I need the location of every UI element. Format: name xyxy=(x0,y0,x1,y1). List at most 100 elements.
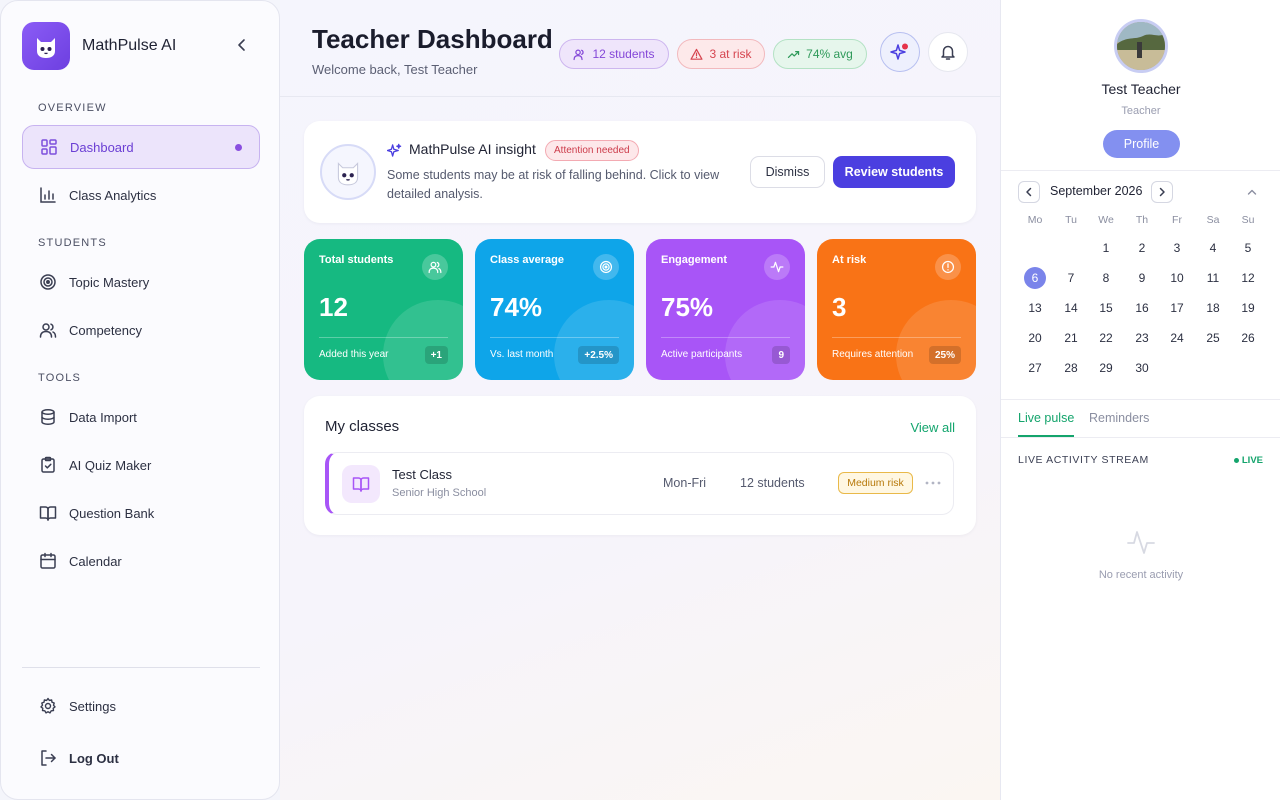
stream-title: LIVE ACTIVITY STREAM xyxy=(1018,454,1149,466)
calendar-day[interactable]: 16 xyxy=(1127,297,1157,319)
brand[interactable]: MathPulse AI xyxy=(22,22,176,70)
chevron-up-icon[interactable] xyxy=(1245,185,1259,199)
calendar-day[interactable]: 25 xyxy=(1198,327,1228,349)
calendar-day[interactable]: 17 xyxy=(1162,297,1192,319)
calendar-weekday: Mo xyxy=(1027,214,1043,226)
calendar-day[interactable]: 26 xyxy=(1233,327,1263,349)
stat-divider xyxy=(319,337,448,338)
stat-card-class-average[interactable]: Class average 74% Vs. last month +2.5% xyxy=(475,239,634,380)
calendar-day[interactable]: 4 xyxy=(1198,237,1228,259)
avatar[interactable] xyxy=(1114,19,1168,73)
view-all-link[interactable]: View all xyxy=(910,420,955,435)
tab-live-pulse[interactable]: Live pulse xyxy=(1018,411,1075,437)
calendar-day[interactable]: 13 xyxy=(1020,297,1050,319)
review-students-button[interactable]: Review students xyxy=(833,156,955,188)
dashboard-icon xyxy=(40,138,58,156)
sidebar-item-class-analytics[interactable]: Class Analytics xyxy=(22,173,260,217)
stat-divider xyxy=(832,337,961,338)
calendar-day[interactable]: 21 xyxy=(1056,327,1086,349)
sidebar-item-dashboard[interactable]: Dashboard xyxy=(22,125,260,169)
live-label: LIVE xyxy=(1241,455,1263,466)
students-chip[interactable]: 12 students xyxy=(559,39,669,69)
sidebar-item-calendar[interactable]: Calendar xyxy=(22,539,260,583)
calendar-day[interactable]: 1 xyxy=(1091,237,1121,259)
class-schedule: Mon-Fri xyxy=(663,476,707,490)
stat-pill: 25% xyxy=(928,346,961,364)
average-chip[interactable]: 74% avg xyxy=(773,39,867,69)
stat-card-at-risk[interactable]: At risk 3 Requires attention 25% xyxy=(817,239,976,380)
calendar-day-today[interactable]: 6 xyxy=(1020,267,1050,289)
stat-divider xyxy=(490,337,619,338)
decorative-circle xyxy=(383,300,463,380)
dismiss-button[interactable]: Dismiss xyxy=(750,156,825,188)
calendar-day[interactable]: 22 xyxy=(1091,327,1121,349)
stat-label: Engagement xyxy=(661,254,728,266)
book-open-icon xyxy=(39,504,57,522)
sidebar-item-topic-mastery[interactable]: Topic Mastery xyxy=(22,260,260,304)
class-row[interactable]: Test Class Senior High School Mon-Fri 12… xyxy=(325,452,954,515)
sidebar-item-label: Topic Mastery xyxy=(69,274,150,290)
ai-assistant-button[interactable] xyxy=(880,32,920,72)
sidebar: MathPulse AI OVERVIEW Dashboard Class An… xyxy=(0,0,280,800)
sidebar-item-settings[interactable]: Settings xyxy=(22,684,260,728)
stat-card-engagement[interactable]: Engagement 75% Active participants 9 xyxy=(646,239,805,380)
calendar-day[interactable]: 11 xyxy=(1198,267,1228,289)
sidebar-item-ai-quiz-maker[interactable]: AI Quiz Maker xyxy=(22,443,260,487)
stat-foot: Added this year xyxy=(319,349,389,360)
sidebar-item-data-import[interactable]: Data Import xyxy=(22,395,260,439)
sidebar-item-label: Calendar xyxy=(69,553,122,569)
mascot-avatar-icon xyxy=(320,144,376,200)
decorative-circle xyxy=(725,300,805,380)
tab-reminders[interactable]: Reminders xyxy=(1089,411,1149,425)
users-icon xyxy=(573,49,585,60)
calendar-day[interactable]: 28 xyxy=(1056,357,1086,379)
calendar-day[interactable]: 7 xyxy=(1056,267,1086,289)
stat-value: 12 xyxy=(319,292,348,322)
profile-button[interactable]: Profile xyxy=(1103,130,1180,158)
sidebar-item-label: Competency xyxy=(69,322,142,338)
logout-label: Log Out xyxy=(69,750,119,766)
calendar-day[interactable]: 3 xyxy=(1162,237,1192,259)
calendar-day[interactable]: 18 xyxy=(1198,297,1228,319)
logout-button[interactable]: Log Out xyxy=(22,736,260,780)
divider xyxy=(1001,170,1280,171)
calendar-day[interactable]: 24 xyxy=(1162,327,1192,349)
users-icon xyxy=(422,254,448,280)
calendar-day[interactable]: 15 xyxy=(1091,297,1121,319)
sidebar-item-competency[interactable]: Competency xyxy=(22,308,260,352)
calendar-day[interactable]: 29 xyxy=(1091,357,1121,379)
book-open-icon xyxy=(342,465,380,503)
calendar-day[interactable]: 9 xyxy=(1127,267,1157,289)
profile-role: Teacher xyxy=(1121,105,1161,117)
prev-month-button[interactable] xyxy=(1018,181,1040,203)
stat-card-total-students[interactable]: Total students 12 Added this year +1 xyxy=(304,239,463,380)
empty-activity-text: No recent activity xyxy=(1098,569,1184,581)
calendar-day[interactable]: 5 xyxy=(1233,237,1263,259)
calendar-day[interactable]: 20 xyxy=(1020,327,1050,349)
ai-insight-card[interactable]: MathPulse AI insight Attention needed So… xyxy=(304,121,976,223)
bar-chart-icon xyxy=(39,186,57,204)
calendar-day[interactable]: 30 xyxy=(1127,357,1157,379)
sidebar-item-question-bank[interactable]: Question Bank xyxy=(22,491,260,535)
next-month-button[interactable] xyxy=(1151,181,1173,203)
at-risk-chip[interactable]: 3 at risk xyxy=(677,39,765,69)
collapse-sidebar-icon[interactable] xyxy=(234,37,250,53)
sidebar-item-label: Class Analytics xyxy=(69,187,157,203)
calendar-day[interactable]: 12 xyxy=(1233,267,1263,289)
sparkle-icon xyxy=(890,43,908,60)
average-chip-label: 74% avg xyxy=(806,47,853,61)
sidebar-item-label: Dashboard xyxy=(70,139,134,155)
notifications-button[interactable] xyxy=(928,32,968,72)
calendar-day[interactable]: 2 xyxy=(1127,237,1157,259)
stat-value: 75% xyxy=(661,292,714,322)
stat-value: 3 xyxy=(832,292,847,322)
calendar-day[interactable]: 8 xyxy=(1091,267,1121,289)
calendar-day[interactable]: 27 xyxy=(1020,357,1050,379)
calendar-day[interactable]: 10 xyxy=(1162,267,1192,289)
class-level: Senior High School xyxy=(392,487,487,499)
calendar-day[interactable]: 19 xyxy=(1233,297,1263,319)
more-options-icon[interactable] xyxy=(923,475,943,491)
target-icon xyxy=(593,254,619,280)
calendar-day[interactable]: 23 xyxy=(1127,327,1157,349)
calendar-day[interactable]: 14 xyxy=(1056,297,1086,319)
